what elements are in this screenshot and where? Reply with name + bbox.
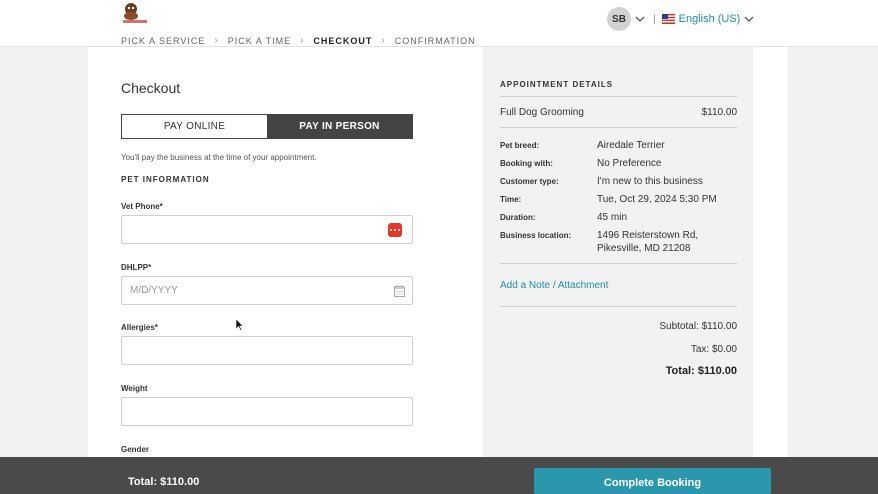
payment-toggle: PAY ONLINE PAY IN PERSON bbox=[121, 114, 413, 139]
service-price: $110.00 bbox=[701, 107, 737, 118]
booking-with-value: No Preference bbox=[597, 158, 662, 169]
time-value: Tue, Oct 29, 2024 5:30 PM bbox=[597, 194, 717, 205]
divider bbox=[500, 263, 737, 264]
chevron-down-icon[interactable] bbox=[635, 14, 645, 24]
divider bbox=[500, 306, 737, 307]
dhlpp-field bbox=[121, 276, 413, 305]
chevron-right-icon: › bbox=[300, 35, 305, 46]
top-bar: PICK A SERVICE › PICK A TIME › CHECKOUT … bbox=[0, 0, 878, 47]
language-selector[interactable]: English (US) bbox=[661, 13, 755, 25]
duration-value: 45 min bbox=[597, 212, 628, 223]
mouse-pointer-icon bbox=[236, 319, 244, 331]
gender-label: Gender bbox=[121, 445, 150, 454]
order-total: Total: $110.00 bbox=[665, 365, 737, 377]
pet-information-heading: PET INFORMATION bbox=[121, 175, 210, 184]
breadcrumb: PICK A SERVICE › PICK A TIME › CHECKOUT … bbox=[121, 35, 476, 46]
booking-with-label: Booking with: bbox=[500, 159, 553, 168]
bottom-bar: Total: $110.00 Complete Booking bbox=[0, 457, 878, 494]
page-title: Checkout bbox=[121, 80, 181, 96]
tax: Tax: $0.00 bbox=[690, 344, 737, 355]
duration-label: Duration: bbox=[500, 213, 536, 222]
service-row: Full Dog Grooming $110.00 bbox=[500, 107, 737, 118]
autofill-menu-icon[interactable] bbox=[388, 223, 402, 237]
customer-type-value: I'm new to this business bbox=[597, 176, 703, 187]
step-confirmation: CONFIRMATION bbox=[394, 35, 476, 46]
step-checkout: CHECKOUT bbox=[313, 35, 373, 46]
vet-phone-input[interactable] bbox=[122, 216, 412, 243]
business-logo[interactable] bbox=[121, 0, 149, 24]
appointment-details-heading: APPOINTMENT DETAILS bbox=[500, 80, 614, 89]
checkout-form-panel bbox=[88, 47, 483, 457]
time-label: Time: bbox=[500, 195, 522, 204]
add-note-link[interactable]: Add a Note / Attachment bbox=[500, 280, 608, 291]
payment-note: You'll pay the business at the time of y… bbox=[121, 153, 317, 162]
chevron-right-icon: › bbox=[381, 35, 386, 46]
subtotal: Subtotal: $110.00 bbox=[659, 321, 737, 332]
weight-input[interactable] bbox=[122, 398, 412, 425]
service-name: Full Dog Grooming bbox=[500, 107, 584, 118]
vet-phone-field bbox=[121, 215, 413, 244]
footer-total: Total: $110.00 bbox=[128, 476, 200, 488]
complete-booking-button[interactable]: Complete Booking bbox=[534, 468, 771, 494]
step-pick-time[interactable]: PICK A TIME bbox=[228, 36, 291, 46]
vet-phone-label: Vet Phone* bbox=[121, 202, 163, 211]
allergies-field bbox=[121, 336, 413, 365]
customer-type-label: Customer type: bbox=[500, 177, 559, 186]
divider: | bbox=[653, 13, 656, 25]
business-location-label: Business location: bbox=[500, 231, 572, 240]
chevron-down-icon bbox=[744, 16, 754, 22]
allergies-label: Allergies* bbox=[121, 323, 158, 332]
divider bbox=[500, 96, 737, 97]
pay-in-person-button[interactable]: PAY IN PERSON bbox=[267, 115, 412, 138]
calendar-icon[interactable] bbox=[394, 285, 405, 297]
chevron-right-icon: › bbox=[214, 35, 219, 46]
dhlpp-date-input[interactable] bbox=[122, 277, 412, 304]
business-location-line1: 1496 Reisterstown Rd, bbox=[597, 230, 699, 241]
allergies-input[interactable] bbox=[122, 337, 412, 364]
language-label: English (US) bbox=[678, 13, 741, 25]
pet-breed-value: Airedale Terrier bbox=[597, 140, 665, 151]
right-gutter bbox=[753, 47, 788, 457]
dhlpp-label: DHLPP* bbox=[121, 263, 152, 272]
business-location-line2: Pikesville, MD 21208 bbox=[597, 243, 691, 254]
pet-breed-label: Pet breed: bbox=[500, 141, 540, 150]
divider bbox=[500, 127, 737, 128]
us-flag-icon bbox=[661, 14, 675, 24]
weight-label: Weight bbox=[121, 384, 148, 393]
user-menu: SB | English (US) bbox=[607, 7, 754, 31]
weight-field bbox=[121, 397, 413, 426]
pay-online-button[interactable]: PAY ONLINE bbox=[122, 115, 267, 138]
step-pick-service[interactable]: PICK A SERVICE bbox=[121, 36, 205, 46]
avatar[interactable]: SB bbox=[607, 7, 631, 31]
